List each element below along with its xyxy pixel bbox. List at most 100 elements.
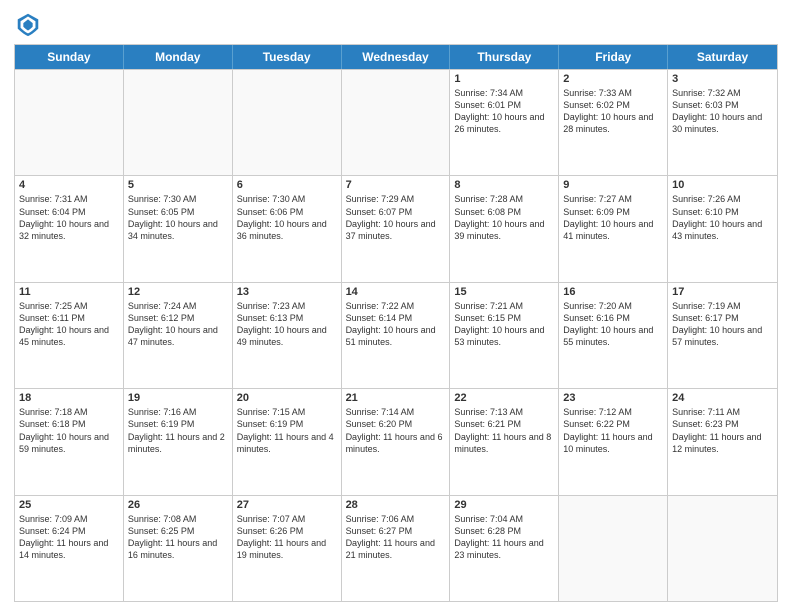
cell-info: Sunrise: 7:23 AMSunset: 6:13 PMDaylight:… [237,300,337,349]
cell-info: Sunrise: 7:07 AMSunset: 6:26 PMDaylight:… [237,513,337,562]
calendar-cell: 29Sunrise: 7:04 AMSunset: 6:28 PMDayligh… [450,496,559,601]
day-number: 19 [128,392,228,404]
calendar-header-cell: Saturday [668,45,777,69]
calendar-cell: 15Sunrise: 7:21 AMSunset: 6:15 PMDayligh… [450,283,559,388]
day-number: 11 [19,286,119,298]
day-number: 28 [346,499,446,511]
cell-info: Sunrise: 7:18 AMSunset: 6:18 PMDaylight:… [19,406,119,455]
calendar-cell: 5 Sunrise: 7:30 AMSunset: 6:05 PMDaylight… [124,176,233,281]
calendar-header-cell: Tuesday [233,45,342,69]
calendar-header: SundayMondayTuesdayWednesdayThursdayFrid… [15,45,777,69]
calendar-cell: 10 Sunrise: 7:26 AMSunset: 6:10 PMDayligh… [668,176,777,281]
cell-info: Sunrise: 7:06 AMSunset: 6:27 PMDaylight:… [346,513,446,562]
calendar-cell: 13 Sunrise: 7:23 AMSunset: 6:13 PMDayligh… [233,283,342,388]
day-number: 16 [563,286,663,298]
cell-info: Sunrise: 7:30 AMSunset: 6:05 PMDaylight:… [128,193,228,242]
calendar-cell: 18 Sunrise: 7:18 AMSunset: 6:18 PMDayligh… [15,389,124,494]
logo-icon [14,10,42,38]
calendar-cell: 23 Sunrise: 7:12 AMSunset: 6:22 PMDayligh… [559,389,668,494]
calendar-cell: 26Sunrise: 7:08 AMSunset: 6:25 PMDayligh… [124,496,233,601]
day-number: 24 [672,392,773,404]
calendar-cell: 21 Sunrise: 7:14 AMSunset: 6:20 PMDayligh… [342,389,451,494]
cell-info: Sunrise: 7:16 AMSunset: 6:19 PMDaylight:… [128,406,228,455]
calendar-cell: 12 Sunrise: 7:24 AMSunset: 6:12 PMDayligh… [124,283,233,388]
page: SundayMondayTuesdayWednesdayThursdayFrid… [0,0,792,612]
cell-info: Sunrise: 7:28 AMSunset: 6:08 PMDaylight:… [454,193,554,242]
calendar-header-cell: Monday [124,45,233,69]
header [14,10,778,38]
calendar-cell: 4 Sunrise: 7:31 AMSunset: 6:04 PMDaylight… [15,176,124,281]
day-number: 10 [672,179,773,191]
cell-info: Sunrise: 7:25 AMSunset: 6:11 PMDaylight:… [19,300,119,349]
calendar-cell: 19 Sunrise: 7:16 AMSunset: 6:19 PMDayligh… [124,389,233,494]
cell-info: Sunrise: 7:09 AMSunset: 6:24 PMDaylight:… [19,513,119,562]
calendar-row: 11 Sunrise: 7:25 AMSunset: 6:11 PMDayligh… [15,282,777,388]
day-number: 23 [563,392,663,404]
day-number: 14 [346,286,446,298]
cell-info: Sunrise: 7:31 AMSunset: 6:04 PMDaylight:… [19,193,119,242]
calendar-cell [342,70,451,175]
calendar: SundayMondayTuesdayWednesdayThursdayFrid… [14,44,778,602]
day-number: 17 [672,286,773,298]
day-number: 29 [454,499,554,511]
cell-info: Sunrise: 7:20 AMSunset: 6:16 PMDaylight:… [563,300,663,349]
day-number: 4 [19,179,119,191]
logo [14,10,46,38]
cell-info: Sunrise: 7:33 AMSunset: 6:02 PMDaylight:… [563,87,663,136]
cell-info: Sunrise: 7:29 AMSunset: 6:07 PMDaylight:… [346,193,446,242]
calendar-cell: 20 Sunrise: 7:15 AMSunset: 6:19 PMDayligh… [233,389,342,494]
calendar-cell: 3Sunrise: 7:32 AMSunset: 6:03 PMDaylight… [668,70,777,175]
day-number: 5 [128,179,228,191]
cell-info: Sunrise: 7:13 AMSunset: 6:21 PMDaylight:… [454,406,554,455]
calendar-cell [668,496,777,601]
cell-info: Sunrise: 7:32 AMSunset: 6:03 PMDaylight:… [672,87,773,136]
calendar-cell: 25 Sunrise: 7:09 AMSunset: 6:24 PMDayligh… [15,496,124,601]
cell-info: Sunrise: 7:14 AMSunset: 6:20 PMDaylight:… [346,406,446,455]
calendar-cell: 6 Sunrise: 7:30 AMSunset: 6:06 PMDaylight… [233,176,342,281]
calendar-cell: 27 Sunrise: 7:07 AMSunset: 6:26 PMDayligh… [233,496,342,601]
day-number: 7 [346,179,446,191]
day-number: 25 [19,499,119,511]
day-number: 18 [19,392,119,404]
calendar-cell: 9 Sunrise: 7:27 AMSunset: 6:09 PMDaylight… [559,176,668,281]
calendar-row: 25 Sunrise: 7:09 AMSunset: 6:24 PMDayligh… [15,495,777,601]
cell-info: Sunrise: 7:19 AMSunset: 6:17 PMDaylight:… [672,300,773,349]
day-number: 12 [128,286,228,298]
day-number: 13 [237,286,337,298]
calendar-cell: 28 Sunrise: 7:06 AMSunset: 6:27 PMDayligh… [342,496,451,601]
calendar-cell [233,70,342,175]
cell-info: Sunrise: 7:12 AMSunset: 6:22 PMDaylight:… [563,406,663,455]
day-number: 27 [237,499,337,511]
day-number: 8 [454,179,554,191]
calendar-cell: 16 Sunrise: 7:20 AMSunset: 6:16 PMDayligh… [559,283,668,388]
calendar-header-cell: Thursday [450,45,559,69]
calendar-cell [15,70,124,175]
calendar-header-cell: Wednesday [342,45,451,69]
calendar-cell: 1Sunrise: 7:34 AMSunset: 6:01 PMDaylight… [450,70,559,175]
day-number: 6 [237,179,337,191]
day-number: 20 [237,392,337,404]
calendar-cell: 11 Sunrise: 7:25 AMSunset: 6:11 PMDayligh… [15,283,124,388]
calendar-cell: 17 Sunrise: 7:19 AMSunset: 6:17 PMDayligh… [668,283,777,388]
day-number: 21 [346,392,446,404]
day-number: 1 [454,73,554,85]
calendar-cell: 2Sunrise: 7:33 AMSunset: 6:02 PMDaylight… [559,70,668,175]
cell-info: Sunrise: 7:22 AMSunset: 6:14 PMDaylight:… [346,300,446,349]
calendar-cell: 7 Sunrise: 7:29 AMSunset: 6:07 PMDaylight… [342,176,451,281]
cell-info: Sunrise: 7:26 AMSunset: 6:10 PMDaylight:… [672,193,773,242]
cell-info: Sunrise: 7:15 AMSunset: 6:19 PMDaylight:… [237,406,337,455]
cell-info: Sunrise: 7:11 AMSunset: 6:23 PMDaylight:… [672,406,773,455]
day-number: 9 [563,179,663,191]
calendar-row: 18 Sunrise: 7:18 AMSunset: 6:18 PMDayligh… [15,388,777,494]
cell-info: Sunrise: 7:24 AMSunset: 6:12 PMDaylight:… [128,300,228,349]
calendar-cell: 24 Sunrise: 7:11 AMSunset: 6:23 PMDayligh… [668,389,777,494]
calendar-cell [559,496,668,601]
cell-info: Sunrise: 7:30 AMSunset: 6:06 PMDaylight:… [237,193,337,242]
calendar-row: 4 Sunrise: 7:31 AMSunset: 6:04 PMDaylight… [15,175,777,281]
calendar-row: 1Sunrise: 7:34 AMSunset: 6:01 PMDaylight… [15,69,777,175]
day-number: 15 [454,286,554,298]
calendar-cell [124,70,233,175]
calendar-header-cell: Sunday [15,45,124,69]
calendar-cell: 8 Sunrise: 7:28 AMSunset: 6:08 PMDaylight… [450,176,559,281]
cell-info: Sunrise: 7:27 AMSunset: 6:09 PMDaylight:… [563,193,663,242]
